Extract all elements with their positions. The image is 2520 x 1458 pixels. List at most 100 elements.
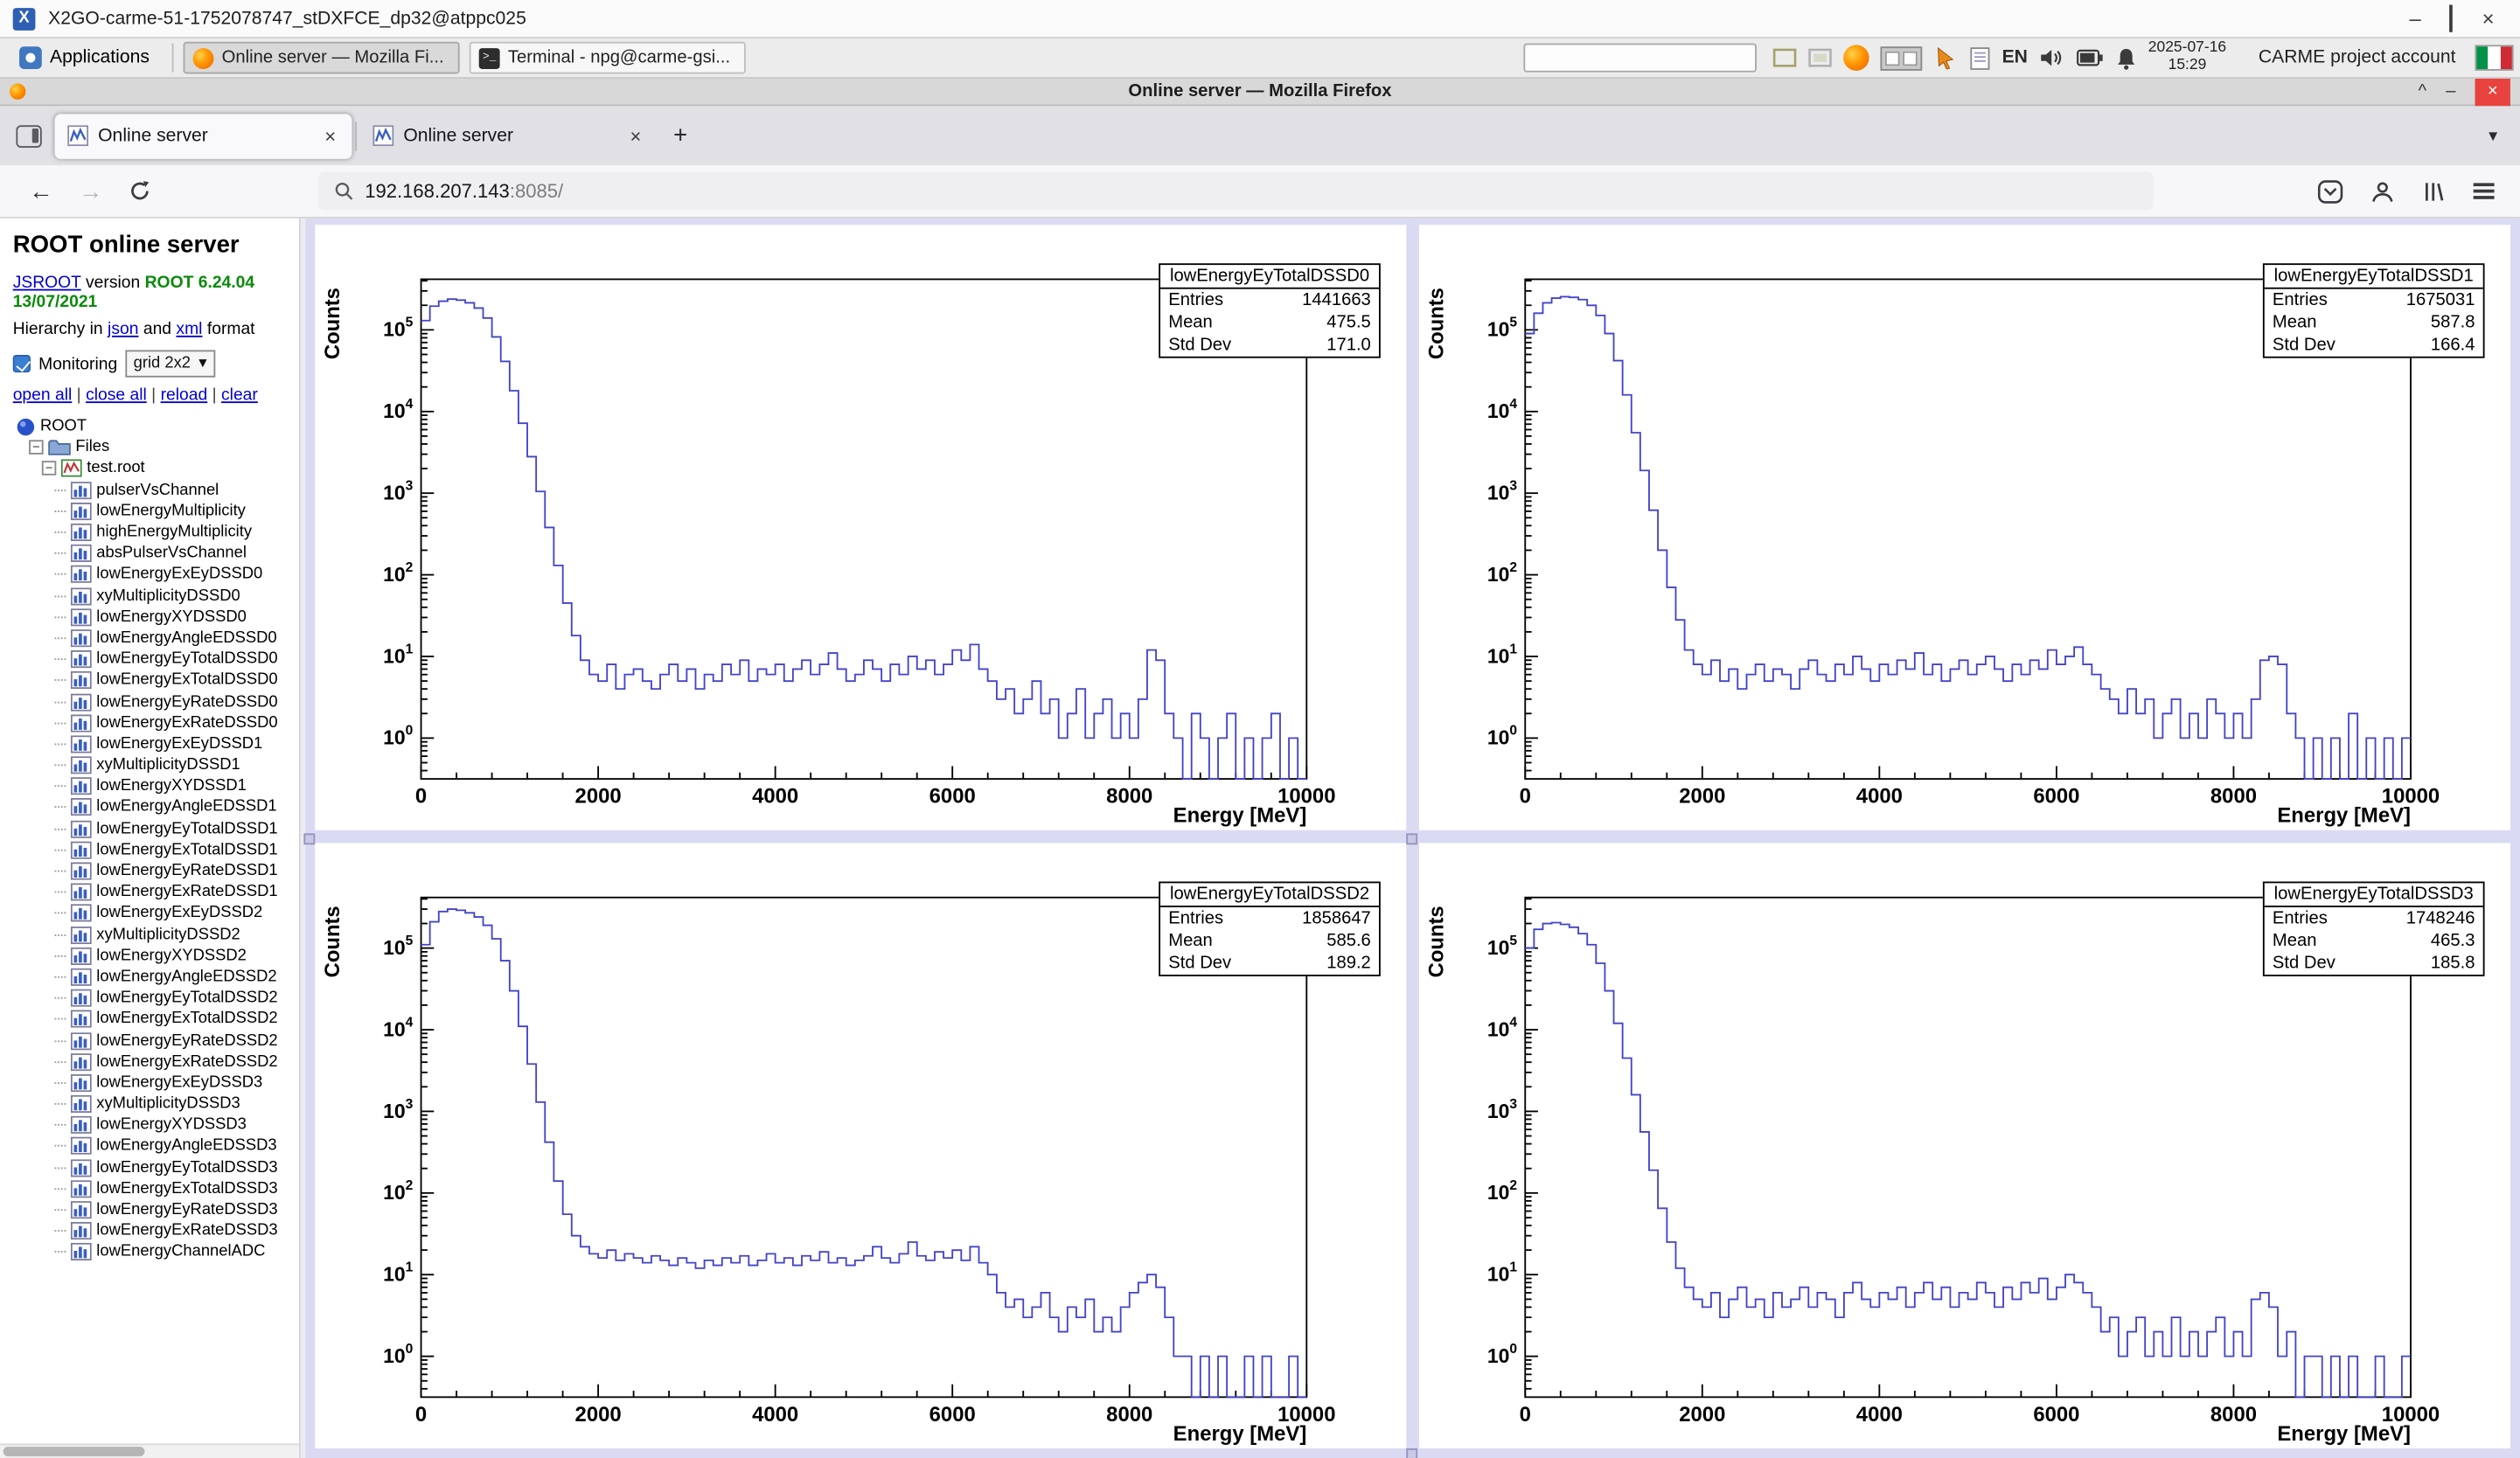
minimize-button[interactable]: – — [2446, 83, 2455, 101]
tree-collapse-icon[interactable]: − — [42, 462, 57, 476]
tab-close-icon[interactable]: × — [627, 124, 644, 147]
tree-item[interactable]: lowEnergyExRateDSSD0 — [13, 712, 293, 733]
tray-window-icon[interactable] — [1807, 46, 1832, 69]
minimize-button[interactable]: – — [2409, 8, 2420, 29]
tree-item[interactable]: lowEnergyEyTotalDSSD3 — [13, 1157, 293, 1178]
tree-collapse-icon[interactable]: − — [29, 441, 44, 455]
stats-box[interactable]: lowEnergyEyTotalDSSD0Entries1441663Mean4… — [1159, 263, 1381, 358]
pointer-tray-icon[interactable] — [1933, 45, 1958, 70]
tree-item[interactable]: lowEnergyXYDSSD2 — [13, 945, 293, 966]
tree-item[interactable]: lowEnergyExRateDSSD2 — [13, 1052, 293, 1073]
tree-item[interactable]: lowEnergyAngleEDSSD0 — [13, 628, 293, 649]
tree-item[interactable]: lowEnergyExTotalDSSD0 — [13, 670, 293, 691]
notes-tray-icon[interactable] — [1968, 45, 1991, 70]
svg-text:103: 103 — [383, 1097, 414, 1122]
tree-item[interactable]: lowEnergyExEyDSSD2 — [13, 903, 293, 924]
tree-item[interactable]: pulserVsChannel — [13, 479, 293, 500]
back-button[interactable]: ← — [16, 177, 66, 205]
battery-icon[interactable] — [2076, 48, 2103, 67]
tree-item[interactable]: lowEnergyXYDSSD1 — [13, 776, 293, 797]
volume-icon[interactable] — [2039, 46, 2064, 69]
tab-online-server-2[interactable]: Online server × — [360, 114, 658, 158]
tree-item-files[interactable]: −Files — [13, 437, 293, 458]
tree-item[interactable]: lowEnergyEyTotalDSSD0 — [13, 649, 293, 670]
tree-item[interactable]: lowEnergyEyRateDSSD0 — [13, 691, 293, 712]
tree-item[interactable]: lowEnergyMultiplicity — [13, 501, 293, 522]
italy-flag-icon[interactable] — [2475, 45, 2514, 70]
clear-link[interactable]: clear — [221, 385, 258, 405]
tree-item[interactable]: xyMultiplicityDSSD3 — [13, 1094, 293, 1114]
grid-resize-handle[interactable] — [1406, 1448, 1417, 1458]
firefox-view-icon[interactable] — [16, 124, 41, 147]
reload-icon[interactable] — [129, 180, 151, 203]
tree-item[interactable]: lowEnergyExEyDSSD0 — [13, 564, 293, 585]
reload-link[interactable]: reload — [161, 385, 208, 405]
close-button[interactable]: × — [2475, 78, 2510, 105]
tab-close-icon[interactable]: × — [322, 124, 339, 147]
scrollbar-thumb[interactable] — [3, 1447, 145, 1456]
tree-item-file[interactable]: −test.root — [13, 458, 293, 479]
tree-item[interactable]: lowEnergyExTotalDSSD2 — [13, 1009, 293, 1030]
tree-item[interactable]: lowEnergyEyTotalDSSD2 — [13, 988, 293, 1009]
close-button[interactable]: × — [2482, 8, 2495, 29]
tree-item[interactable]: absPulserVsChannel — [13, 543, 293, 564]
tree-item[interactable]: lowEnergyEyRateDSSD2 — [13, 1030, 293, 1051]
tree-item[interactable]: lowEnergyExRateDSSD3 — [13, 1220, 293, 1241]
stats-box[interactable]: lowEnergyEyTotalDSSD1Entries1675031Mean5… — [2263, 263, 2485, 358]
notifications-bell-icon[interactable] — [2114, 45, 2137, 70]
tree-item[interactable]: lowEnergyAngleEDSSD1 — [13, 797, 293, 818]
grid-resize-handle[interactable] — [303, 833, 315, 844]
url-bar[interactable]: 192.168.207.143:8085/ — [318, 172, 2154, 211]
tree-item[interactable]: xyMultiplicityDSSD1 — [13, 754, 293, 775]
taskbar-input-box[interactable] — [1523, 44, 1757, 73]
stats-box[interactable]: lowEnergyEyTotalDSSD2Entries1858647Mean5… — [1159, 882, 1381, 976]
tree-item[interactable]: highEnergyMultiplicity — [13, 522, 293, 543]
tree-item[interactable]: lowEnergyExTotalDSSD1 — [13, 839, 293, 860]
menu-icon[interactable] — [2474, 179, 2495, 204]
close-all-link[interactable]: close all — [86, 385, 147, 405]
tree-item[interactable]: xyMultiplicityDSSD0 — [13, 586, 293, 607]
tree-item[interactable]: lowEnergyAngleEDSSD2 — [13, 967, 293, 988]
maximize-button[interactable] — [2450, 8, 2454, 29]
tree-item[interactable]: lowEnergyEyTotalDSSD1 — [13, 818, 293, 839]
workspace-1[interactable] — [1884, 51, 1899, 66]
tree-item[interactable]: lowEnergyEyRateDSSD1 — [13, 861, 293, 882]
tree-item[interactable]: lowEnergyChannelADC — [13, 1242, 293, 1263]
layout-select[interactable]: grid 2x2 ▾ — [125, 350, 214, 377]
stats-box[interactable]: lowEnergyEyTotalDSSD3Entries1748246Mean4… — [2263, 882, 2485, 976]
keyboard-layout-indicator[interactable]: EN — [2002, 48, 2028, 67]
tree-item[interactable]: lowEnergyAngleEDSSD3 — [13, 1135, 293, 1156]
json-link[interactable]: json — [108, 320, 138, 339]
tree-item[interactable]: lowEnergyEyRateDSSD3 — [13, 1199, 293, 1220]
tree-item[interactable]: lowEnergyXYDSSD3 — [13, 1114, 293, 1135]
tree-item[interactable]: lowEnergyExRateDSSD1 — [13, 882, 293, 903]
monitoring-checkbox[interactable] — [13, 355, 31, 372]
tree-item[interactable]: lowEnergyXYDSSD0 — [13, 607, 293, 628]
tree-item[interactable]: lowEnergyExTotalDSSD3 — [13, 1178, 293, 1199]
pocket-icon[interactable] — [2317, 179, 2342, 204]
tree-item-root[interactable]: ROOT — [13, 416, 293, 437]
shade-button[interactable]: ^ — [2419, 83, 2427, 101]
tree-item[interactable]: xyMultiplicityDSSD2 — [13, 924, 293, 945]
grid-resize-handle[interactable] — [1406, 833, 1417, 844]
tab-online-server-1[interactable]: Online server × — [54, 114, 352, 158]
library-icon[interactable] — [2422, 179, 2447, 204]
account-icon[interactable] — [2370, 179, 2395, 204]
firefox-tray-icon[interactable] — [1843, 45, 1869, 70]
new-tab-button[interactable]: + — [658, 122, 704, 149]
xml-link[interactable]: xml — [176, 320, 202, 339]
applications-menu-button[interactable]: Applications — [6, 44, 162, 73]
sidebar-hscrollbar[interactable] — [0, 1443, 299, 1458]
forward-button[interactable]: → — [66, 177, 115, 205]
taskbar-task-terminal[interactable]: >_ Terminal - npg@carme-gsi... — [470, 42, 746, 74]
workspace-2[interactable] — [1903, 51, 1918, 66]
clock[interactable]: 2025-07-16 15:29 — [2148, 40, 2226, 75]
taskbar-task-firefox[interactable]: Online server — Mozilla Fi... — [184, 42, 460, 74]
jsroot-link[interactable]: JSROOT — [13, 273, 81, 292]
tray-window-icon[interactable] — [1772, 46, 1797, 69]
open-all-link[interactable]: open all — [13, 385, 73, 405]
tree-item[interactable]: lowEnergyExEyDSSD1 — [13, 733, 293, 754]
workspace-pager[interactable] — [1880, 45, 1922, 70]
tree-item[interactable]: lowEnergyExEyDSSD3 — [13, 1073, 293, 1094]
list-all-tabs-icon[interactable]: ▾ — [2475, 125, 2510, 146]
